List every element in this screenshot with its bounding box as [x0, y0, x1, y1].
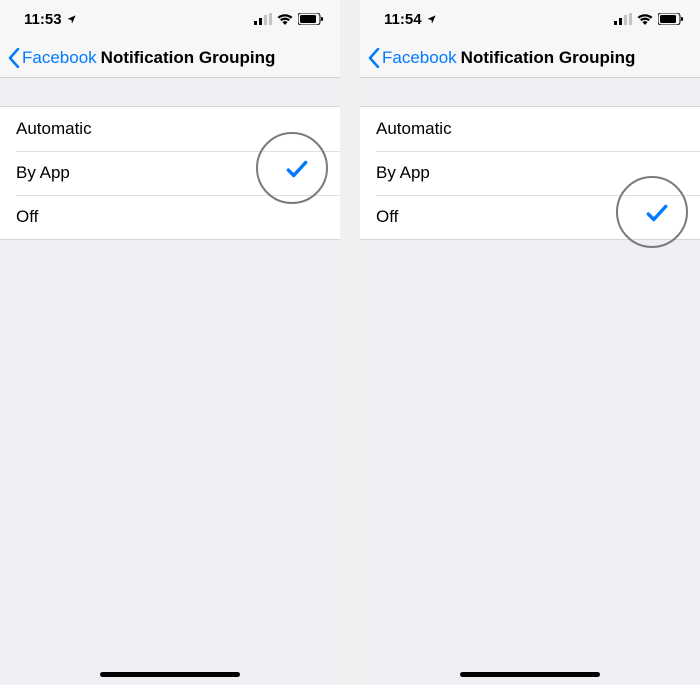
- location-icon: [426, 14, 437, 25]
- battery-icon: [658, 13, 684, 25]
- option-label: Automatic: [16, 119, 92, 139]
- status-time: 11:54: [384, 11, 422, 28]
- option-label: Off: [16, 207, 38, 227]
- navigation-bar: Facebook Notification Grouping: [0, 38, 340, 78]
- wifi-icon: [637, 13, 653, 25]
- cellular-signal-icon: [614, 13, 632, 25]
- section-spacer: [360, 78, 700, 106]
- status-time: 11:53: [24, 11, 62, 28]
- back-label: Facebook: [22, 48, 97, 68]
- option-label: Off: [376, 207, 398, 227]
- option-row-by-app[interactable]: By App: [360, 151, 700, 195]
- wifi-icon: [277, 13, 293, 25]
- status-bar: 11:53: [0, 0, 340, 38]
- home-indicator[interactable]: [460, 672, 600, 677]
- option-label: By App: [376, 163, 430, 183]
- page-title: Notification Grouping: [461, 48, 636, 68]
- battery-icon: [298, 13, 324, 25]
- checkmark-icon: [284, 156, 310, 182]
- cellular-signal-icon: [254, 13, 272, 25]
- navigation-bar: Facebook Notification Grouping: [360, 38, 700, 78]
- option-row-automatic[interactable]: Automatic: [0, 107, 340, 151]
- back-label: Facebook: [382, 48, 457, 68]
- phone-screen-left: 11:53 Facebook Notification Grouping Aut: [0, 0, 340, 685]
- checkmark-icon: [644, 200, 670, 226]
- status-bar: 11:54: [360, 0, 700, 38]
- option-label: By App: [16, 163, 70, 183]
- option-row-off[interactable]: Off: [0, 195, 340, 239]
- option-label: Automatic: [376, 119, 452, 139]
- option-row-automatic[interactable]: Automatic: [360, 107, 700, 151]
- page-title: Notification Grouping: [101, 48, 276, 68]
- back-button[interactable]: Facebook: [368, 48, 457, 68]
- chevron-left-icon: [8, 48, 20, 68]
- chevron-left-icon: [368, 48, 380, 68]
- section-spacer: [0, 78, 340, 106]
- back-button[interactable]: Facebook: [8, 48, 97, 68]
- home-indicator[interactable]: [100, 672, 240, 677]
- phone-screen-right: 11:54 Facebook Notification Grouping Aut: [360, 0, 700, 685]
- location-icon: [66, 14, 77, 25]
